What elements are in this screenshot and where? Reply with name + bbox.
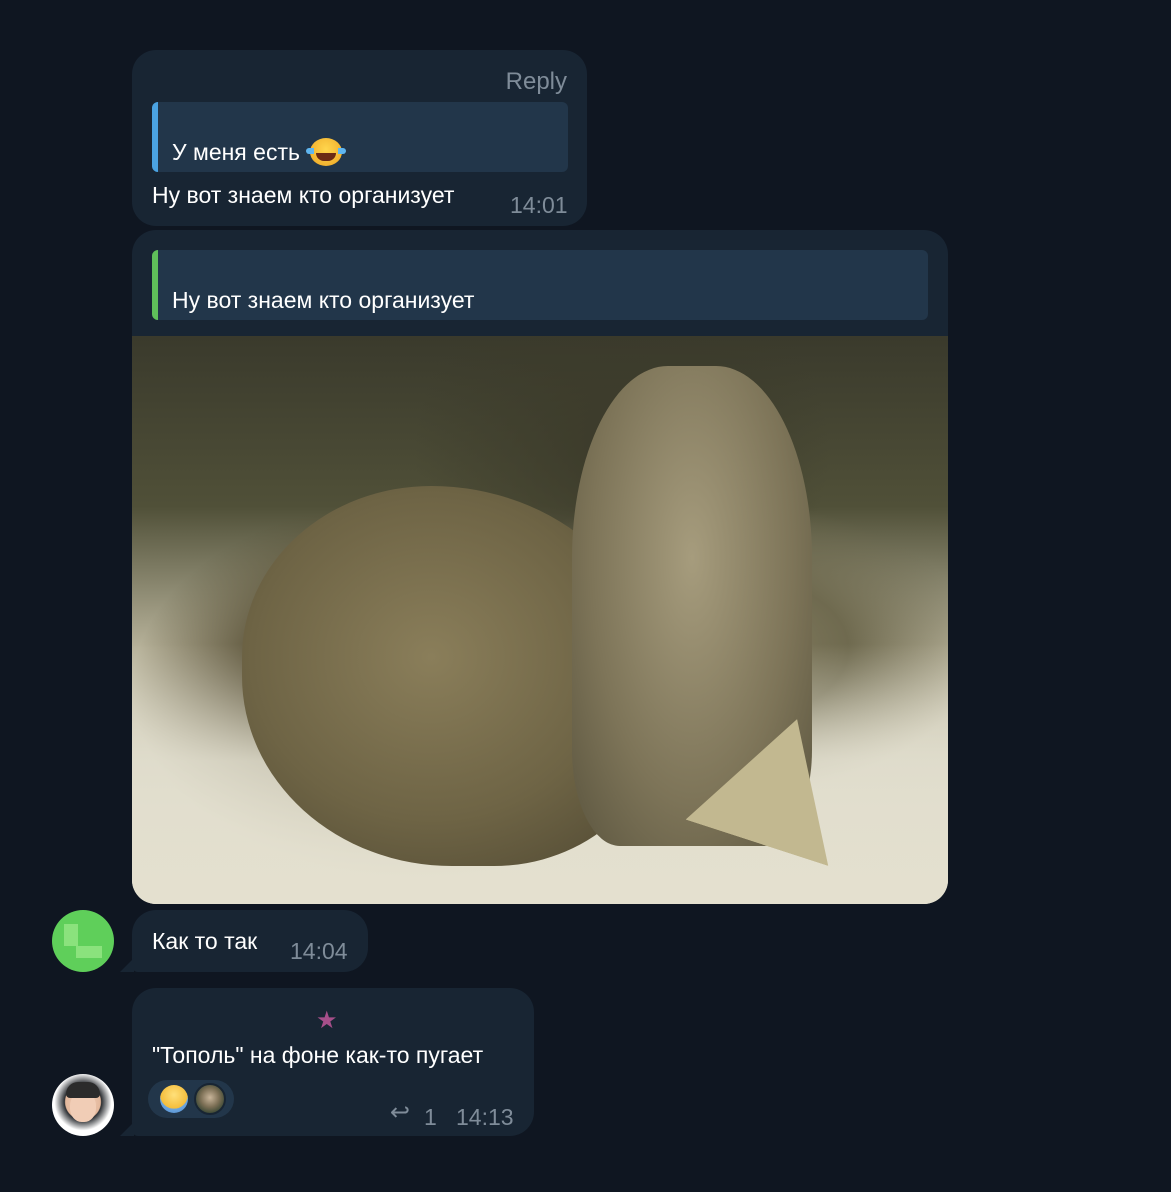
avatar-hair xyxy=(66,1082,100,1098)
quoted-text: У меня есть xyxy=(172,139,300,165)
reply-count[interactable]: 1 xyxy=(424,1104,437,1131)
message-bubble-3[interactable]: Как то так 14:04 xyxy=(132,910,368,972)
message-text: Как то так xyxy=(152,928,258,954)
avatar-pixel xyxy=(76,946,102,958)
message-time: 14:13 xyxy=(456,1104,514,1130)
scream-emoji-icon xyxy=(160,1085,188,1113)
quoted-text: Ну вот знаем кто организует xyxy=(172,287,475,313)
sender-avatar[interactable] xyxy=(52,1074,114,1136)
message-bubble-1[interactable]: Reply У меня есть Ну вот знаем кто орган… xyxy=(132,50,587,226)
reply-link[interactable]: Reply xyxy=(506,68,567,96)
laughing-emoji-icon xyxy=(305,138,346,166)
reply-arrow-icon[interactable]: ↩ xyxy=(390,1098,410,1127)
avatar-pixel xyxy=(64,924,78,946)
reaction-chip[interactable] xyxy=(148,1080,234,1118)
message-text: Ну вот знаем кто организует xyxy=(152,182,455,208)
message-time: 14:01 xyxy=(510,192,568,218)
sender-avatar[interactable] xyxy=(52,910,114,972)
quoted-message[interactable]: У меня есть xyxy=(152,102,568,172)
star-icon: ★ xyxy=(316,1007,338,1034)
quoted-message[interactable]: Ну вот знаем кто организует xyxy=(152,250,928,320)
message-time: 14:04 xyxy=(290,938,348,964)
message-photo[interactable] xyxy=(132,336,948,904)
chat-history: Reply У меня есть Ну вот знаем кто орган… xyxy=(0,0,1171,1192)
reactor-avatar xyxy=(194,1083,226,1115)
message-text: "Тополь" на фоне как-то пугает xyxy=(152,1042,484,1068)
